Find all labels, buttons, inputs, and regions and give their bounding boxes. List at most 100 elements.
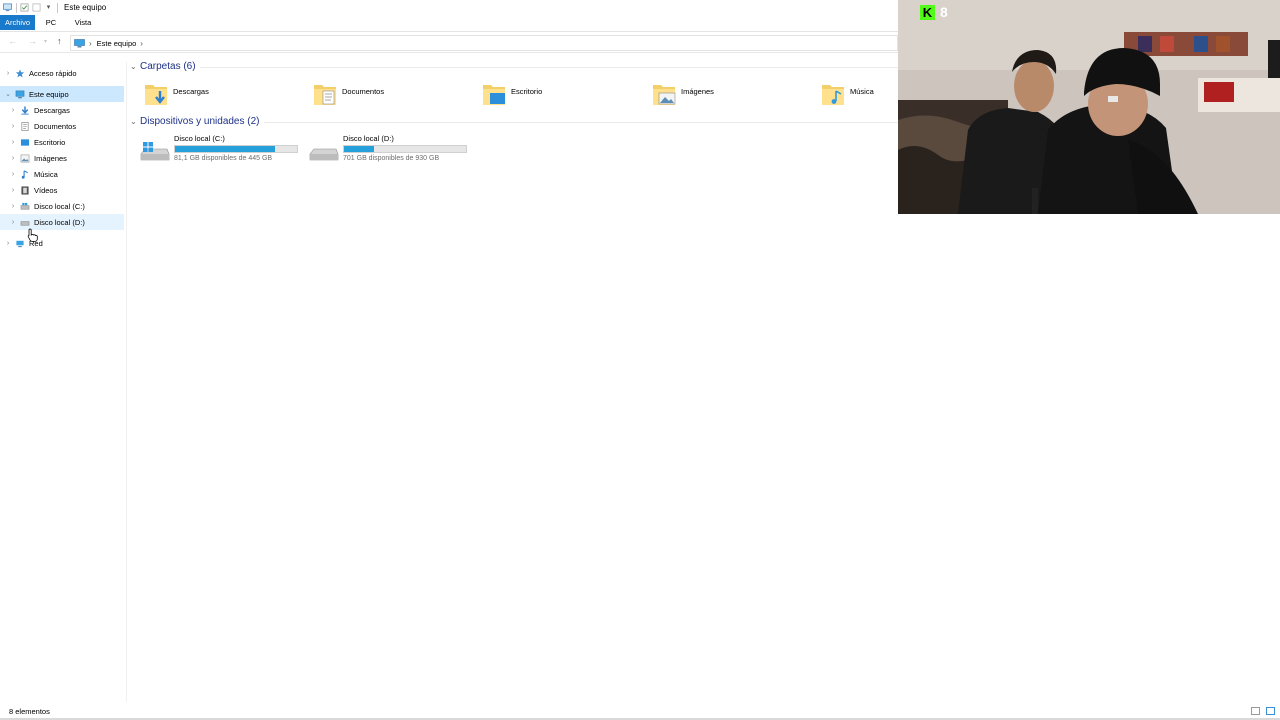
sidebar-item-este-equipo[interactable]: ⌄ Este equipo <box>0 86 124 102</box>
item-count: 8 elementos <box>9 706 50 716</box>
sidebar-item-label: Documentos <box>34 121 77 131</box>
sidebar-item-musica[interactable]: › Música <box>0 166 124 182</box>
expand-chevron-icon[interactable]: › <box>4 70 12 77</box>
computer-icon <box>15 90 25 98</box>
sidebar-item-documentos[interactable]: › Documentos <box>0 118 124 134</box>
up-arrow-icon[interactable]: ↑ <box>57 36 62 46</box>
group-divider <box>200 67 898 68</box>
webcam-video-image <box>898 0 1280 214</box>
computer-icon <box>74 38 85 47</box>
expand-chevron-icon[interactable]: › <box>9 155 17 162</box>
sidebar-item-red[interactable]: › Red <box>0 235 124 251</box>
sidebar-item-escritorio[interactable]: › Escritorio <box>0 134 124 150</box>
toolbar-separator <box>16 2 17 13</box>
download-folder-icon <box>145 85 167 105</box>
sidebar-item-label: Descargas <box>34 105 70 115</box>
sidebar-item-disco-d[interactable]: › Disco local (D:) <box>0 214 124 230</box>
title-bar: ▾ Este equipo <box>0 0 898 15</box>
drive-icon <box>20 220 30 225</box>
group-title: Carpetas (6) <box>140 61 196 72</box>
sidebar-item-disco-c[interactable]: › Disco local (C:) <box>0 198 124 214</box>
drive-usage-fill <box>175 146 275 152</box>
drive-usage-bar <box>174 145 298 153</box>
pictures-icon <box>20 154 30 162</box>
folder-documentos[interactable]: Documentos <box>312 81 462 111</box>
expand-chevron-icon[interactable]: › <box>9 107 17 114</box>
star-icon <box>15 68 25 77</box>
sidebar-item-label: Escritorio <box>34 137 66 147</box>
navigation-pane: › Acceso rápido ⌄ Este equipo › Descarga… <box>0 62 127 702</box>
navigation-bar: ← → ▾ ↑ › Este equipo › <box>0 33 898 53</box>
tab-archivo[interactable]: Archivo <box>0 15 35 30</box>
viewer-count: 8 <box>940 4 948 20</box>
drive-free-space: 701 GB disponibles de 930 GB <box>343 155 440 162</box>
window-title: Este equipo <box>64 3 107 12</box>
collapse-chevron-icon[interactable]: ⌄ <box>130 62 140 71</box>
document-icon <box>21 121 29 131</box>
drive-name: Disco local (C:) <box>174 134 225 143</box>
recent-locations-icon[interactable]: ▾ <box>44 38 47 45</box>
group-divider <box>264 122 898 123</box>
drive-disco-d[interactable]: Disco local (D:) 701 GB disponibles de 9… <box>309 134 474 166</box>
tab-vista[interactable]: Vista <box>70 15 96 30</box>
webcam-overlay: K 8 <box>898 0 1280 214</box>
sidebar-item-label: Este equipo <box>29 89 69 99</box>
desktop-folder-icon <box>483 85 505 105</box>
group-header-dispositivos[interactable]: ⌄ Dispositivos y unidades (2) <box>130 116 260 127</box>
folder-label: Escritorio <box>511 87 543 96</box>
folder-label: Música <box>850 87 874 96</box>
folder-escritorio[interactable]: Escritorio <box>481 81 631 111</box>
hand-cursor-icon <box>27 228 38 242</box>
computer-icon <box>3 3 12 12</box>
expand-chevron-icon[interactable]: › <box>9 171 17 178</box>
forward-arrow-icon[interactable]: → <box>28 36 37 46</box>
back-arrow-icon[interactable]: ← <box>8 36 17 46</box>
collapse-chevron-icon[interactable]: ⌄ <box>130 117 140 126</box>
music-note-icon <box>21 169 28 179</box>
folder-imagenes[interactable]: Imágenes <box>651 81 801 111</box>
folder-musica[interactable]: Música <box>820 81 890 111</box>
expand-chevron-icon[interactable]: › <box>9 219 17 226</box>
large-icons-view-icon[interactable] <box>1266 707 1275 715</box>
sidebar-item-label: Música <box>34 169 58 179</box>
expand-chevron-icon[interactable]: › <box>4 240 12 247</box>
breadcrumb-chevron-icon[interactable]: › <box>140 39 143 48</box>
sidebar-item-descargas[interactable]: › Descargas <box>0 102 124 118</box>
breadcrumb-chevron-icon[interactable]: › <box>89 39 92 48</box>
video-icon <box>21 185 29 195</box>
expand-chevron-icon[interactable]: › <box>9 187 17 194</box>
download-arrow-icon <box>21 105 29 115</box>
drive-icon <box>309 148 339 161</box>
expand-chevron-icon[interactable]: › <box>9 139 17 146</box>
documents-folder-icon <box>314 85 336 105</box>
drive-usage-bar <box>343 145 467 153</box>
sidebar-item-label: Disco local (D:) <box>34 217 85 227</box>
tab-pc[interactable]: PC <box>43 15 59 30</box>
properties-icon[interactable] <box>20 3 29 12</box>
folder-label: Imágenes <box>681 87 714 96</box>
expand-chevron-icon[interactable]: › <box>9 123 17 130</box>
address-bar[interactable]: › Este equipo › <box>70 35 898 51</box>
sidebar-item-videos[interactable]: › Vídeos <box>0 182 124 198</box>
sidebar-item-acceso-rapido[interactable]: › Acceso rápido <box>0 65 124 81</box>
collapse-chevron-icon[interactable]: ⌄ <box>4 90 12 98</box>
new-folder-icon[interactable] <box>32 3 41 12</box>
group-header-carpetas[interactable]: ⌄ Carpetas (6) <box>130 61 196 72</box>
sidebar-item-imagenes[interactable]: › Imágenes <box>0 150 124 166</box>
drive-usage-fill <box>344 146 374 152</box>
drive-free-space: 81,1 GB disponibles de 445 GB <box>174 155 273 162</box>
desktop-icon <box>20 138 30 146</box>
pictures-folder-icon <box>653 85 676 105</box>
expand-chevron-icon[interactable]: › <box>9 203 17 210</box>
folder-label: Descargas <box>173 87 209 96</box>
network-icon <box>16 240 24 247</box>
drive-disco-c[interactable]: Disco local (C:) 81,1 GB disponibles de … <box>140 134 305 166</box>
folder-label: Documentos <box>342 87 385 96</box>
folder-descargas[interactable]: Descargas <box>143 81 293 111</box>
details-view-icon[interactable] <box>1251 707 1260 715</box>
customize-dropdown-icon[interactable]: ▾ <box>44 3 53 12</box>
drive-name: Disco local (D:) <box>343 134 394 143</box>
sidebar-item-label: Imágenes <box>34 153 67 163</box>
kick-logo: K <box>920 4 935 20</box>
breadcrumb-este-equipo[interactable]: Este equipo <box>97 39 137 48</box>
